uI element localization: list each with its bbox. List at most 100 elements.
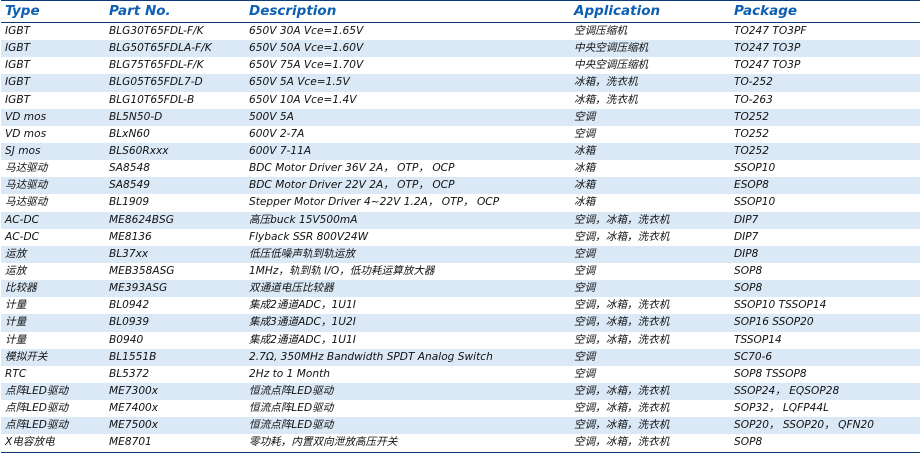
cell-description: 2Hz to 1 Month (249, 367, 330, 380)
cell-type: RTC (5, 367, 27, 380)
cell-description: 650V 30A Vce=1.65V (249, 25, 364, 37)
cell-package: TO252 (734, 144, 770, 157)
cell-part-no: BL0939 (109, 316, 150, 329)
cell-package: SOP8 (734, 264, 763, 277)
cell-application: 空调，冰箱，洗衣机 (574, 402, 670, 415)
cell-application: 空调，冰箱，洗衣机 (574, 333, 670, 346)
cell-application: 冰箱 (574, 144, 596, 157)
header-type: Type (5, 3, 40, 19)
cell-description: 1MHz，轨到轨 I/O，低功耗运算放大器 (249, 264, 435, 277)
cell-application: 空调 (574, 247, 596, 260)
cell-type: 运放 (5, 264, 27, 277)
cell-description: 600V 7-11A (249, 144, 312, 157)
cell-type: IGBT (5, 25, 31, 37)
cell-type: 点阵LED驱动 (5, 384, 69, 397)
cell-description: 650V 75A Vce=1.70V (249, 59, 364, 72)
table-row: 运放 BL37xx 低压低噪声轨到轨运放 空调 DIP8 (1, 245, 920, 263)
cell-type: AC-DC (5, 230, 40, 243)
cell-type: SJ mos (5, 144, 41, 157)
cell-package: SOP20， SSOP20， QFN20 (734, 419, 874, 432)
cell-package: TO252 (734, 110, 770, 123)
table-row: 运放 MEB358ASG 1MHz，轨到轨 I/O，低功耗运算放大器 空调 SOP8 (1, 263, 920, 280)
cell-part-no: BL0942 (109, 299, 150, 312)
table-row: 马达驱动 BL1909 Stepper Motor Driver 4~22V 1.2… (1, 194, 920, 211)
table-row: IGBT BLG50T65FDLA-F/K 650V 50A Vce=1.60V 中央… (1, 40, 920, 58)
table-bottom-rule (1, 451, 920, 453)
cell-type: AC-DC (5, 213, 40, 226)
cell-description: 集成2通道ADC，1U1I (249, 299, 356, 312)
table-row: SJ mos BLS60Rxxx 600V 7-11A 冰箱 TO252 (1, 142, 920, 161)
cell-description: 650V 5A Vce=1.5V (249, 76, 350, 89)
cell-package: DIP8 (734, 247, 759, 260)
cell-type: 计量 (5, 299, 27, 312)
cell-part-no: SA8548 (109, 162, 150, 175)
cell-application: 空调 (574, 110, 596, 123)
cell-part-no: BLG30T65FDL-F/K (109, 25, 204, 37)
cell-package: SOP8 TSSOP8 (734, 367, 807, 380)
cell-application: 空调 (574, 264, 596, 277)
cell-type: 比较器 (5, 282, 37, 295)
table-row: IGBT BLG75T65FDL-F/K 650V 75A Vce=1.70V 中央空… (1, 57, 920, 74)
table-row: 模拟开关 BL1551B 2.7Ω, 350MHz Bandwidth SPDT A… (1, 348, 920, 366)
cell-package: TO252 (734, 127, 770, 140)
table-row: 计量 BL0939 集成3通道ADC，1U2I 空调，冰箱，洗衣机 SOP16 SSOP… (1, 314, 920, 332)
cell-part-no: BL1909 (109, 196, 150, 209)
cell-package: SSOP10 (734, 162, 776, 175)
cell-description: 恒流点阵LED驱动 (249, 402, 334, 415)
product-table: Type Part No. Description Application Pa… (1, 0, 920, 453)
cell-description: 2.7Ω, 350MHz Bandwidth SPDT Analog Switc… (249, 350, 493, 363)
cell-part-no: ME8624BSG (109, 213, 174, 226)
table-row: VD mos BL5N50-D 500V 5A 空调 TO252 (1, 108, 920, 126)
cell-application: 空调 (574, 127, 596, 140)
cell-part-no: BL1551B (109, 350, 157, 363)
table-row: 点阵LED驱动 ME7400x 恒流点阵LED驱动 空调，冰箱，洗衣机 SOP32， L… (1, 400, 920, 417)
cell-type: X电容放电 (5, 436, 55, 449)
header-package: Package (734, 3, 798, 19)
cell-package: TO247 TO3P (734, 59, 801, 72)
cell-type: VD mos (5, 127, 47, 140)
cell-description: 恒流点阵LED驱动 (249, 384, 334, 397)
cell-part-no: BLxN60 (109, 127, 150, 140)
cell-type: 运放 (5, 247, 27, 260)
cell-type: 点阵LED驱动 (5, 402, 69, 415)
cell-package: SOP8 (734, 436, 763, 449)
table-row: 马达驱动 SA8549 BDC Motor Driver 22V 2A， OTP， … (1, 177, 920, 195)
table-row: 马达驱动 SA8548 BDC Motor Driver 36V 2A， OTP， … (1, 160, 920, 177)
cell-package: SOP32， LQFP44L (734, 402, 829, 415)
cell-part-no: BL5372 (109, 367, 150, 380)
cell-type: 点阵LED驱动 (5, 419, 69, 432)
cell-application: 空调，冰箱，洗衣机 (574, 213, 670, 226)
cell-part-no: BL37xx (109, 247, 149, 260)
cell-application: 中央空调压缩机 (574, 59, 649, 72)
cell-application: 空调，冰箱，洗衣机 (574, 419, 670, 432)
cell-application: 空调，冰箱，洗衣机 (574, 316, 670, 329)
cell-type: IGBT (5, 59, 31, 72)
cell-application: 空调 (574, 367, 596, 380)
cell-application: 空调 (574, 350, 596, 363)
cell-part-no: BLG75T65FDL-F/K (109, 59, 204, 72)
cell-description: 零功耗，内置双向泄放高压开关 (249, 436, 398, 449)
cell-application: 冰箱，洗衣机 (574, 76, 638, 89)
cell-description: BDC Motor Driver 36V 2A， OTP， OCP (249, 162, 455, 175)
table-row: IGBT BLG30T65FDL-F/K 650V 30A Vce=1.65V 空调压… (1, 23, 920, 40)
cell-package: ESOP8 (734, 179, 769, 192)
header-part-no: Part No. (109, 3, 171, 19)
cell-part-no: BL5N50-D (109, 110, 163, 123)
cell-package: TSSOP14 (734, 333, 782, 346)
cell-part-no: BLS60Rxxx (109, 144, 169, 157)
cell-package: TO-263 (734, 93, 773, 106)
header-description: Description (249, 3, 337, 19)
cell-part-no: BLG50T65FDLA-F/K (109, 42, 212, 55)
cell-part-no: ME8701 (109, 436, 152, 449)
cell-description: 500V 5A (249, 110, 294, 123)
cell-type: 马达驱动 (5, 179, 48, 192)
table-row: 计量 B0940 集成2通道ADC，1U1I 空调，冰箱，洗衣机 TSSOP14 (1, 332, 920, 349)
cell-part-no: ME7500x (109, 419, 159, 432)
cell-package: TO247 TO3P (734, 42, 801, 55)
cell-package: SSOP10 TSSOP14 (734, 299, 827, 312)
cell-description: Flyback SSR 800V24W (249, 230, 369, 243)
cell-application: 空调，冰箱，洗衣机 (574, 230, 670, 243)
cell-package: SSOP10 (734, 196, 776, 209)
cell-package: TO-252 (734, 76, 773, 89)
cell-application: 冰箱 (574, 162, 596, 175)
